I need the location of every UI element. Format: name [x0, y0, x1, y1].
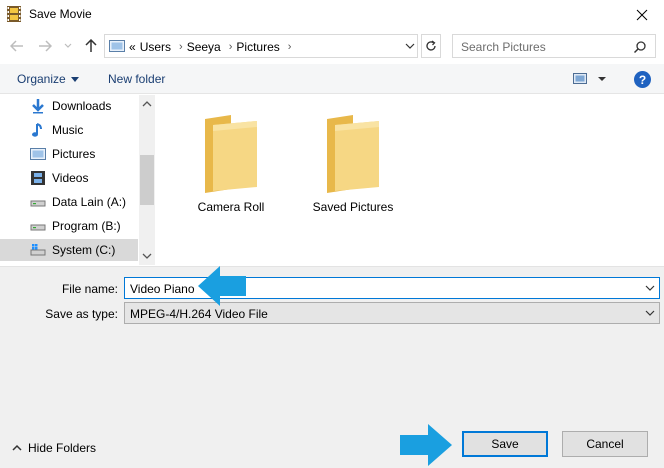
annotation-arrow-right-icon	[400, 424, 452, 466]
sidebar-scrollbar[interactable]	[139, 95, 155, 265]
scroll-up-icon[interactable]	[142, 99, 152, 109]
pictures-folder-icon	[109, 40, 125, 52]
chevron-right-icon[interactable]: ›	[229, 41, 233, 53]
chevron-right-icon[interactable]: ›	[179, 41, 183, 53]
chevron-down-icon[interactable]	[644, 282, 656, 294]
save-button[interactable]: Save	[462, 431, 548, 457]
chevron-down-icon	[645, 310, 655, 316]
sidebar-item-pictures[interactable]: Pictures	[0, 143, 138, 165]
breadcrumb: « Users › Seeya › Pictures ›	[129, 40, 295, 54]
new-folder-button[interactable]: New folder	[108, 72, 165, 86]
folder-item-saved-pictures[interactable]: Saved Pictures	[292, 109, 402, 219]
sidebar-item-data-lain[interactable]: Data Lain (A:)	[0, 191, 138, 213]
breadcrumb-overflow[interactable]: «	[129, 40, 136, 54]
sidebar-item-label: Music	[52, 123, 84, 137]
sidebar-item-downloads[interactable]: Downloads	[0, 95, 138, 117]
chevron-up-icon	[12, 444, 22, 451]
scroll-down-icon[interactable]	[142, 251, 152, 261]
sidebar-item-label: Data Lain (A:)	[52, 195, 127, 209]
film-strip-icon	[31, 171, 45, 185]
file-name-value: Video Piano	[130, 282, 195, 296]
chevron-down-icon	[64, 43, 72, 48]
file-list: Camera Roll Saved Pictures	[156, 95, 664, 265]
view-options-button[interactable]	[571, 72, 611, 86]
back-button[interactable]	[8, 38, 26, 54]
refresh-icon	[426, 40, 436, 51]
organize-label: Organize	[17, 72, 66, 86]
help-button[interactable]: ?	[634, 71, 651, 88]
organize-button[interactable]: Organize	[17, 72, 79, 86]
save-as-type-label: Save as type:	[45, 307, 118, 321]
forward-button[interactable]	[36, 38, 54, 54]
breadcrumb-pictures[interactable]: Pictures	[236, 40, 279, 54]
search-placeholder: Search Pictures	[461, 40, 546, 54]
search-icon[interactable]	[633, 40, 647, 54]
up-arrow-icon	[85, 39, 97, 52]
caret-down-icon	[70, 76, 79, 82]
close-icon	[636, 9, 648, 21]
system-drive-icon	[30, 244, 46, 256]
chevron-right-icon[interactable]: ›	[288, 41, 292, 53]
drive-icon	[30, 224, 46, 231]
music-note-icon	[32, 123, 42, 137]
sidebar-item-program[interactable]: Program (B:)	[0, 215, 138, 237]
back-arrow-icon	[10, 40, 23, 52]
sidebar-item-system[interactable]: System (C:)	[0, 239, 138, 261]
drive-icon	[30, 200, 46, 207]
sidebar-item-music[interactable]: Music	[0, 119, 138, 141]
pictures-icon	[30, 148, 46, 160]
folder-icon	[327, 115, 379, 193]
search-input[interactable]: Search Pictures	[452, 34, 656, 58]
folder-item-camera-roll[interactable]: Camera Roll	[170, 109, 280, 219]
folder-name: Saved Pictures	[312, 200, 394, 214]
save-form: File name: Video Piano Save as type: MPE…	[0, 266, 664, 468]
address-bar[interactable]: « Users › Seeya › Pictures ›	[104, 34, 418, 58]
save-as-type-value: MPEG-4/H.264 Video File	[130, 307, 268, 321]
close-button[interactable]	[620, 0, 664, 30]
navigation-bar: « Users › Seeya › Pictures › Search Pict…	[0, 30, 664, 62]
command-toolbar: Organize New folder ?	[0, 64, 664, 94]
hide-folders-button[interactable]: Hide Folders	[12, 441, 96, 455]
sidebar-item-label: System (C:)	[52, 243, 116, 257]
up-button[interactable]	[82, 38, 100, 54]
sidebar-item-label: Videos	[52, 171, 89, 185]
window-title: Save Movie	[29, 7, 92, 21]
forward-arrow-icon	[39, 40, 52, 52]
navigation-pane: Downloads Music Pictures Videos Data Lai…	[0, 95, 155, 265]
refresh-button[interactable]	[421, 34, 441, 58]
title-bar: Save Movie	[0, 0, 664, 30]
recent-locations-button[interactable]	[62, 38, 74, 54]
hide-folders-label: Hide Folders	[28, 441, 97, 455]
annotation-arrow-left-icon	[198, 266, 246, 306]
folder-name: Camera Roll	[197, 200, 265, 214]
sidebar-item-label: Pictures	[52, 147, 96, 161]
folder-icon	[205, 115, 257, 193]
chevron-down-icon[interactable]	[403, 39, 417, 53]
breadcrumb-users[interactable]: Users	[140, 40, 171, 54]
scrollbar-thumb[interactable]	[140, 155, 154, 205]
breadcrumb-seeya[interactable]: Seeya	[187, 40, 221, 54]
cancel-button[interactable]: Cancel	[562, 431, 648, 457]
download-arrow-icon	[32, 99, 44, 114]
sidebar-item-label: Downloads	[52, 99, 112, 113]
film-strip-icon	[7, 6, 21, 22]
sidebar-item-label: Program (B:)	[52, 219, 121, 233]
file-name-label: File name:	[61, 282, 118, 296]
sidebar-item-videos[interactable]: Videos	[0, 167, 138, 189]
